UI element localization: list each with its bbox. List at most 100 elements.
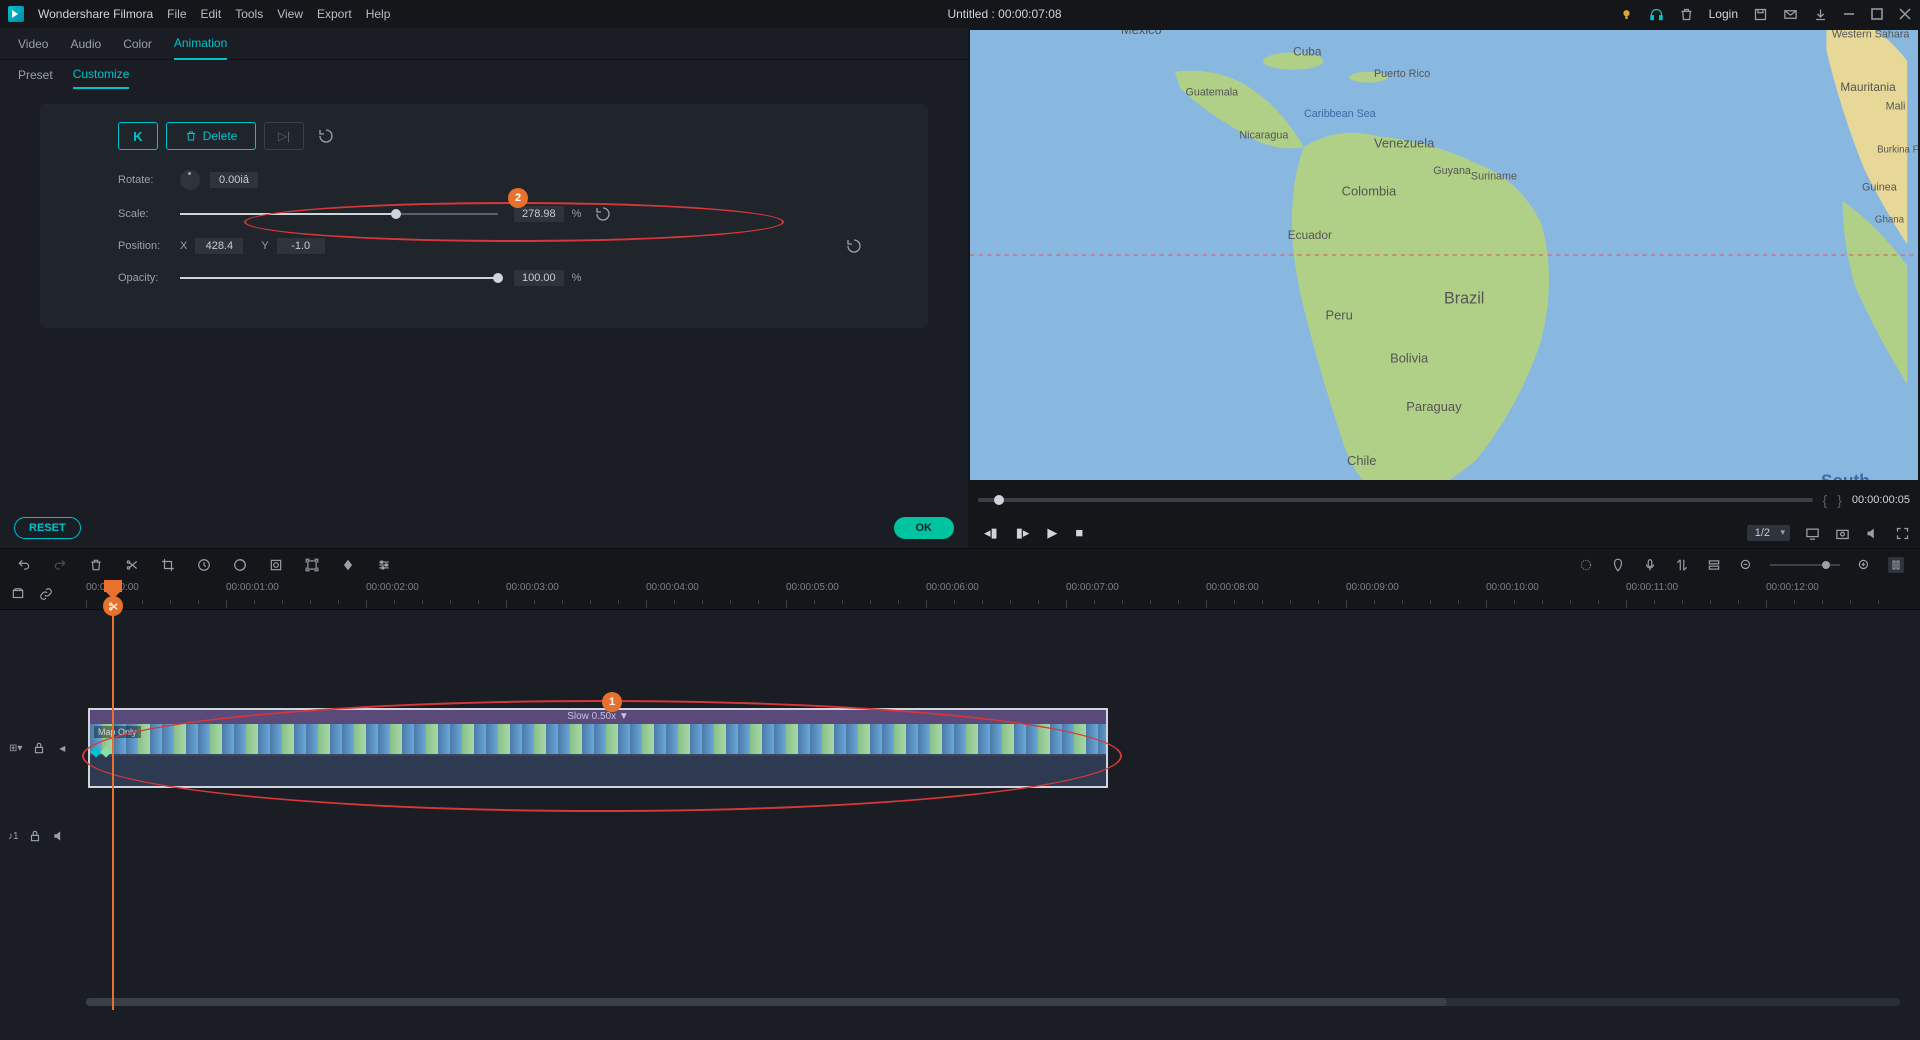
headphone-icon[interactable] [1649,6,1665,22]
mark-out-bracket[interactable]: } [1837,492,1842,508]
position-x-value[interactable]: 428.4 [195,238,243,254]
ruler-tick-label: 00:00:08:00 [1206,582,1259,593]
next-frame-button[interactable]: ▮▸ [1016,525,1030,541]
close-button[interactable] [1898,7,1912,21]
mark-in-bracket[interactable]: { [1823,492,1828,508]
volume-icon[interactable] [1864,525,1880,541]
position-reset-icon[interactable] [846,238,862,254]
color-icon[interactable] [232,557,248,573]
login-link[interactable]: Login [1709,7,1738,21]
link-icon[interactable] [38,586,54,602]
ruler-tick-label: 00:00:06:00 [926,582,979,593]
zoom-slider[interactable] [1770,564,1840,566]
crop-zoom-icon[interactable] [304,557,320,573]
preview-viewport[interactable]: Mexico Gulf of Mexico Cuba Puerto Rico G… [970,30,1918,480]
subtab-customize[interactable]: Customize [73,61,130,89]
svg-text:Guyana: Guyana [1433,165,1471,177]
timeline-scrollbar[interactable] [86,998,1900,1006]
timeline-ruler[interactable]: 00:00:00:0000:00:01:0000:00:02:0000:00:0… [0,580,1920,610]
track-icon[interactable] [1706,557,1722,573]
position-y-value[interactable]: -1.0 [277,238,325,254]
delete-keyframe-button[interactable]: Delete [166,122,256,150]
tab-video[interactable]: Video [18,29,48,59]
scale-value[interactable]: 278.98 [514,206,564,222]
clip-speed-label[interactable]: Slow 0.50x ▼ [90,710,1106,724]
reset-button[interactable]: RESET [14,517,81,539]
menu-tools[interactable]: Tools [235,7,263,21]
tab-color[interactable]: Color [123,29,152,59]
zoom-out-icon[interactable] [1738,557,1754,573]
opacity-value[interactable]: 100.00 [514,270,564,286]
render-icon[interactable] [1578,557,1594,573]
track-visibility-icon[interactable]: ◂ [55,740,70,756]
zoom-fit-icon[interactable] [1888,557,1904,573]
preview-ratio-dropdown[interactable]: 1/2 [1747,525,1790,541]
opacity-pct: % [572,272,582,284]
prev-keyframe-button[interactable]: K [118,122,158,150]
snapshot-icon[interactable] [1834,525,1850,541]
speed-icon[interactable] [196,557,212,573]
minimize-button[interactable] [1842,7,1856,21]
undo-icon[interactable] [16,557,32,573]
menu-help[interactable]: Help [366,7,391,21]
scale-reset-icon[interactable] [595,206,611,222]
ok-button[interactable]: OK [894,517,955,539]
play-button[interactable]: ▶ [1047,525,1057,541]
rotate-value[interactable]: 0.00iâ [210,172,258,188]
track-toggle-icon[interactable]: ⊞▾ [8,740,23,756]
fullscreen-icon[interactable] [1894,525,1910,541]
save-icon[interactable] [1752,6,1768,22]
ruler-tick-label: 00:00:01:00 [226,582,279,593]
top-tabs: Video Audio Color Animation [0,28,968,60]
marker-icon[interactable] [1610,557,1626,573]
scale-slider[interactable] [180,213,498,215]
app-logo-icon [8,6,24,22]
menu-edit[interactable]: Edit [201,7,222,21]
video-clip[interactable]: Slow 0.50x ▼ Map Only [88,708,1108,788]
menu-export[interactable]: Export [317,7,352,21]
zoom-in-icon[interactable] [1856,557,1872,573]
audio-mute-icon[interactable] [51,828,67,844]
mail-icon[interactable] [1782,6,1798,22]
record-icon[interactable] [1642,557,1658,573]
next-keyframe-button[interactable]: ▷| [264,122,304,150]
svg-text:Ghana: Ghana [1875,215,1905,226]
maximize-button[interactable] [1870,7,1884,21]
keyframe-marker[interactable] [100,746,111,757]
svg-text:South: South [1821,471,1870,480]
keyframe-icon[interactable] [340,557,356,573]
tab-audio[interactable]: Audio [70,29,101,59]
menu-file[interactable]: File [167,7,186,21]
split-icon[interactable] [124,557,140,573]
audio-lock-icon[interactable] [27,828,43,844]
green-screen-icon[interactable] [268,557,284,573]
scale-pct: % [572,208,582,220]
stop-button[interactable]: ■ [1075,525,1083,541]
preview-seek-bar[interactable] [978,498,1813,502]
svg-text:Nicaragua: Nicaragua [1239,130,1288,142]
playhead[interactable] [112,580,114,1010]
timeline-menu-icon[interactable] [10,586,26,602]
mixer-icon[interactable] [1674,557,1690,573]
position-label: Position: [118,240,180,252]
delete-icon[interactable] [88,557,104,573]
trash-icon[interactable] [1679,6,1695,22]
timeline: 00:00:00:0000:00:01:0000:00:02:0000:00:0… [0,580,1920,1010]
rotate-dial[interactable] [180,170,200,190]
track-lock-icon[interactable] [31,740,46,756]
prev-frame-button[interactable]: ◂▮ [984,525,998,541]
preview-display-icon[interactable] [1804,525,1820,541]
opacity-slider[interactable] [180,277,498,279]
redo-icon[interactable] [52,557,68,573]
bulb-icon[interactable] [1619,6,1635,22]
playhead-split-icon[interactable] [103,596,123,616]
audio-track-label: ♪1 [8,831,19,842]
subtab-preset[interactable]: Preset [18,62,53,88]
reset-keyframe-icon[interactable] [318,128,334,144]
settings-icon[interactable] [376,557,392,573]
crop-icon[interactable] [160,557,176,573]
menu-view[interactable]: View [277,7,303,21]
app-name: Wondershare Filmora [38,7,153,21]
tab-animation[interactable]: Animation [174,28,227,60]
download-icon[interactable] [1812,6,1828,22]
